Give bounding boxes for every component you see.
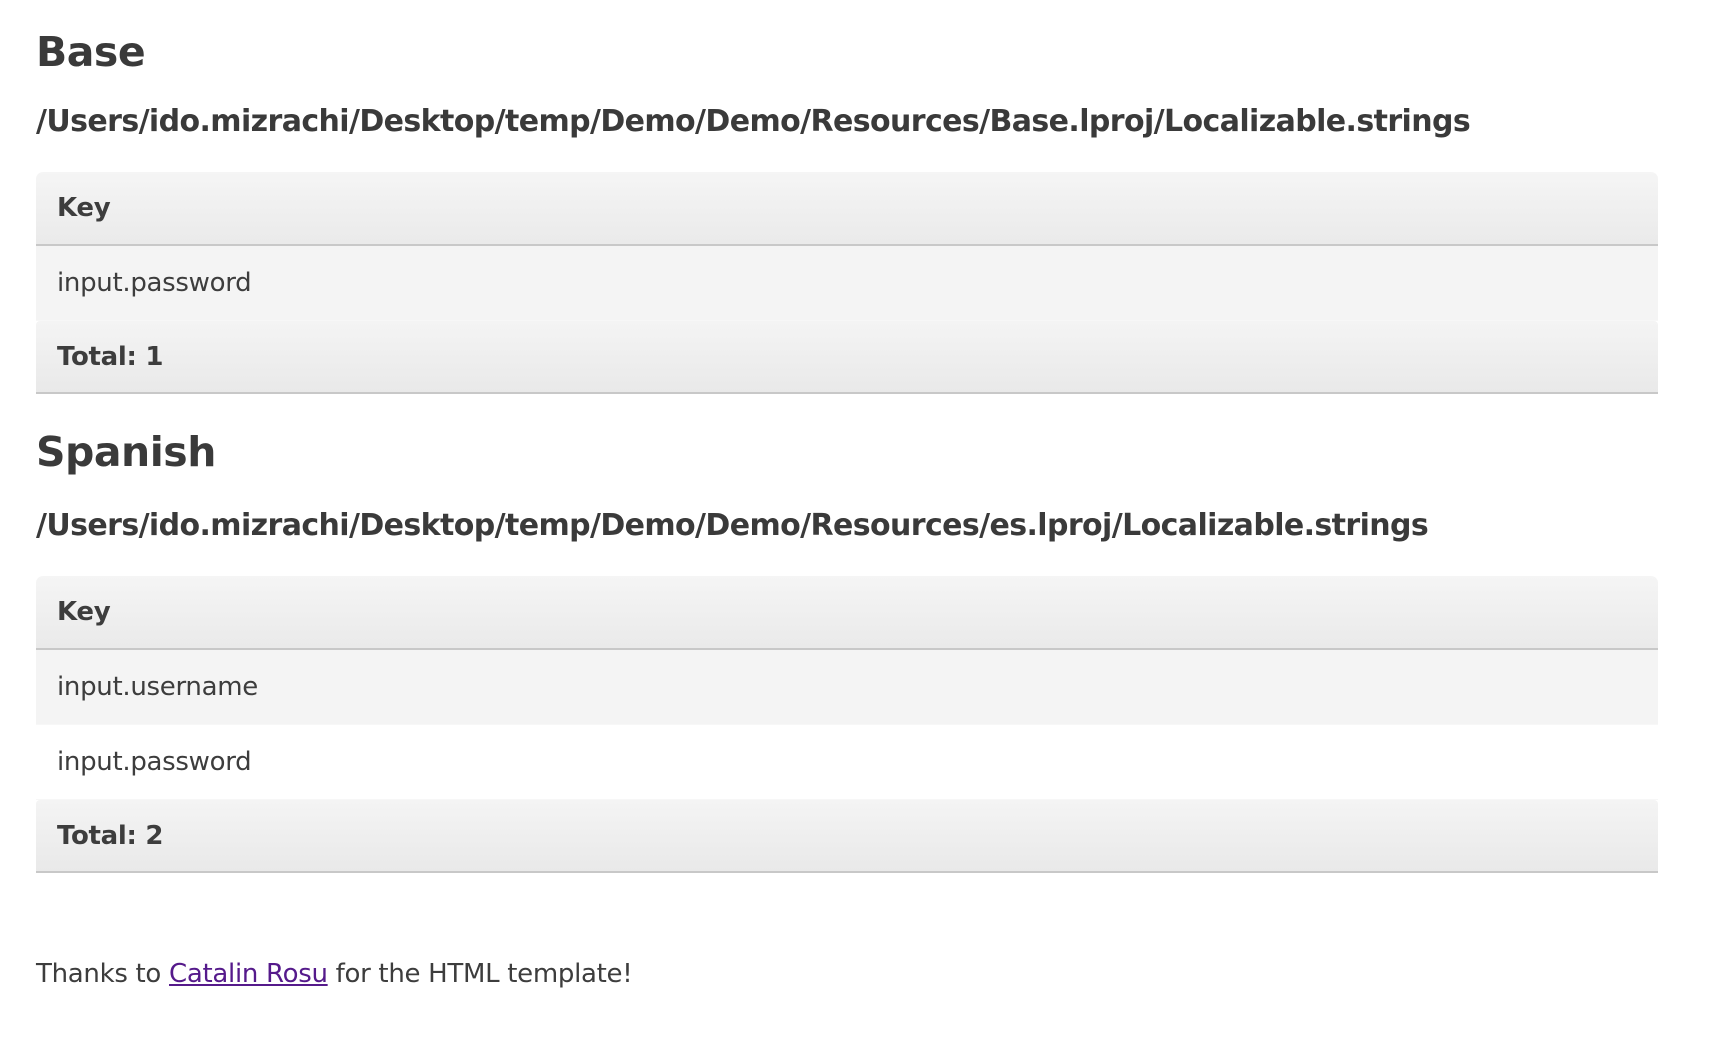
total-count: Total: 1 [36, 321, 1658, 394]
key-cell: input.username [36, 650, 1658, 725]
key-cell: input.password [36, 725, 1658, 800]
file-path: /Users/ido.mizrachi/Desktop/temp/Demo/De… [36, 508, 1429, 543]
total-count: Total: 2 [36, 800, 1658, 873]
table-footer-row: Total: 2 [36, 800, 1658, 873]
section-title: Base [36, 28, 146, 76]
section-title: Spanish [36, 428, 216, 476]
footer-prefix: Thanks to [36, 959, 170, 989]
table-row: input.password [36, 725, 1658, 800]
table-header-row: Key [36, 172, 1658, 246]
key-cell: input.password [36, 246, 1658, 321]
footer-suffix: for the HTML template! [327, 959, 633, 989]
report-page: Base /Users/ido.mizrachi/Desktop/temp/De… [0, 0, 1674, 989]
table-footer-row: Total: 1 [36, 321, 1658, 394]
section-base: Base /Users/ido.mizrachi/Desktop/temp/De… [36, 0, 1674, 394]
keys-table: Key input.password Total: 1 [36, 172, 1658, 394]
section-spanish: Spanish /Users/ido.mizrachi/Desktop/temp… [36, 394, 1674, 873]
author-link[interactable]: Catalin Rosu [169, 959, 328, 989]
table-row: input.username [36, 650, 1658, 725]
table-row: input.password [36, 246, 1658, 321]
keys-table: Key input.username input.password Total:… [36, 576, 1658, 873]
column-header-key: Key [36, 172, 1658, 246]
table-header-row: Key [36, 576, 1658, 650]
file-path: /Users/ido.mizrachi/Desktop/temp/Demo/De… [36, 104, 1471, 139]
footer-credit: Thanks to Catalin Rosu for the HTML temp… [36, 959, 1674, 989]
column-header-key: Key [36, 576, 1658, 650]
